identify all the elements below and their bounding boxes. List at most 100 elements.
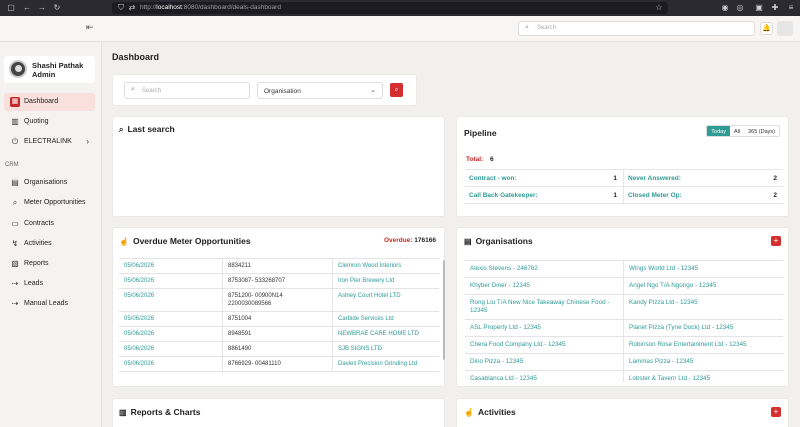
date-link[interactable]: 05/06/2026 xyxy=(119,259,223,273)
organisation-link[interactable]: Dino Pizza - 12345 xyxy=(465,354,624,370)
pipeline-total-value: 6 xyxy=(490,156,494,163)
company-link[interactable]: Davies Precision Grinding Ltd xyxy=(333,357,439,371)
pocket-icon[interactable]: ◉ xyxy=(720,3,730,13)
search-placeholder: Search xyxy=(537,25,557,31)
organisation-link[interactable]: Lammas Pizza - 12345 xyxy=(624,354,783,370)
company-link[interactable]: Clemron Wood Interiors xyxy=(333,259,439,273)
date-link[interactable]: 05/06/2026 xyxy=(119,289,223,311)
table-row[interactable]: 05/06/2026 8861490 SJB SIGNS LTD xyxy=(119,342,439,357)
company-link[interactable]: Ashley Court Hotel LTD xyxy=(333,289,439,311)
table-row[interactable]: 05/06/2026 8751200- 00900N14 22000300895… xyxy=(119,289,439,312)
scrollbar[interactable] xyxy=(443,260,445,360)
company-link[interactable]: Carbide Services Ltd xyxy=(333,312,439,326)
global-search-input[interactable]: ⌕ Search xyxy=(518,21,755,36)
collapse-sidebar-icon[interactable]: ⇤ xyxy=(86,22,94,33)
organisation-link[interactable]: Khyber Diner - 12345 xyxy=(465,278,624,294)
table-row[interactable]: 05/06/2026 8751004 Carbide Services Ltd xyxy=(119,312,439,327)
pipeline-total-label: Total: xyxy=(466,156,484,163)
meter-number: 8834211 xyxy=(223,259,333,273)
organisation-link[interactable]: Kandy Pizza Ltd - 12345 xyxy=(624,295,783,319)
sidebar-item-meter-opportunities[interactable]: ⌕ Meter Opportunities xyxy=(4,194,95,212)
sidebar-item-label: Dashboard xyxy=(24,98,59,105)
sidebar: Shashi Pathak Admin ▦ Dashboard ▥ Quotin… xyxy=(0,42,102,427)
date-link[interactable]: 05/06/2026 xyxy=(119,274,223,288)
table-row[interactable]: 05/06/2026 8834211 Clemron Wood Interior… xyxy=(119,259,439,274)
tab-all[interactable]: All xyxy=(729,126,745,136)
organisation-link[interactable]: Rong Liu T/A New Nice Takeaway Chinese F… xyxy=(465,295,624,319)
menu-icon[interactable]: ≡ xyxy=(786,3,796,13)
table-row[interactable]: 05/06/2026 8948591 NEWBRAE CARE HOME LTD xyxy=(119,327,439,342)
sidebar-item-manual-leads[interactable]: ⇢ Manual Leads xyxy=(4,295,95,313)
organisation-link[interactable]: Chera Food Company Ltd - 12345 xyxy=(465,337,624,353)
leads-icon: ⇢ xyxy=(11,279,19,288)
sidebar-item-label: Manual Leads xyxy=(24,300,68,307)
user-role: Admin xyxy=(32,70,56,79)
stat-value: 2 xyxy=(773,175,777,182)
search-input[interactable]: ⌕ Search xyxy=(124,82,250,99)
manual-leads-icon: ⇢ xyxy=(11,299,19,308)
sidebar-item-label: Activities xyxy=(24,240,52,247)
tab-today[interactable]: Today xyxy=(707,126,730,136)
date-link[interactable]: 05/06/2026 xyxy=(119,312,223,326)
add-organisation-button[interactable]: + xyxy=(771,236,781,246)
thumbs-up-icon: ☝ xyxy=(464,408,474,417)
bell-icon[interactable]: 🔔 xyxy=(760,22,773,35)
sidebar-item-quoting[interactable]: ▥ Quoting xyxy=(4,113,95,131)
date-link[interactable]: 05/06/2026 xyxy=(119,327,223,341)
organisation-select[interactable]: Organisation ⌄ xyxy=(257,82,383,99)
overdue-total-label: Overdue: xyxy=(383,237,413,244)
overdue-title-text: Overdue Meter Opportunities xyxy=(132,236,251,246)
sidebar-item-reports[interactable]: ▧ Reports xyxy=(4,255,95,273)
stat-label: Call Back Gatekeeper: xyxy=(469,192,538,199)
organisation-link[interactable]: Alexis Stevens - 246762 xyxy=(465,261,624,277)
organisation-link[interactable]: Casablanca Ltd - 12345 xyxy=(465,371,624,382)
sidebar-toggle-icon[interactable]: ▢ xyxy=(6,3,16,13)
sidebar-item-electralink[interactable]: ⏻ ELECTRALINK › xyxy=(4,133,95,151)
extensions-icon[interactable]: ✚ xyxy=(770,3,780,13)
tab-365-days[interactable]: 365 (Days) xyxy=(744,126,779,136)
organisation-link[interactable]: Robinson Rose Entertainment Ltd - 12345 xyxy=(624,337,783,353)
search-button[interactable]: ⌕ xyxy=(390,83,403,97)
organisation-link[interactable]: Planet Pizza (Tyne Dock) Ltd - 12345 xyxy=(624,320,783,336)
pipeline-stat[interactable]: Call Back Gatekeeper: 1 xyxy=(465,187,624,203)
account-icon[interactable]: ◎ xyxy=(735,3,745,13)
extension-icon[interactable]: ▣ xyxy=(754,3,764,13)
organisation-link[interactable]: Angel Ngo T/A Ngongo - 12345 xyxy=(624,278,783,294)
plug-icon: ⏻ xyxy=(11,137,19,146)
organisation-link[interactable]: Lobster & Tavern Ltd - 12345 xyxy=(624,371,783,382)
organisation-select-value: Organisation xyxy=(264,88,301,95)
date-link[interactable]: 05/06/2026 xyxy=(119,342,223,356)
table-row[interactable]: 05/06/2026 8766929- 00481110 Davies Prec… xyxy=(119,357,439,372)
sidebar-item-contracts[interactable]: ▭ Contracts xyxy=(4,215,95,233)
sidebar-item-label: Contracts xyxy=(24,220,54,227)
shield-icon: ⛉ xyxy=(118,3,124,12)
activities-title: ☝ Activities xyxy=(464,407,516,417)
sidebar-item-activities[interactable]: ↯ Activities xyxy=(4,235,95,253)
sidebar-item-label: Reports xyxy=(24,260,49,267)
reload-icon[interactable]: ↻ xyxy=(52,3,62,13)
sidebar-item-label: Leads xyxy=(24,280,44,287)
user-profile[interactable]: Shashi Pathak Admin xyxy=(4,56,95,83)
back-icon[interactable]: ← xyxy=(22,3,32,13)
sidebar-item-label: Organisations xyxy=(24,179,68,186)
sidebar-item-organisations[interactable]: ▤ Organisations xyxy=(4,174,95,192)
company-link[interactable]: Iron Pier Brewery Ltd xyxy=(333,274,439,288)
company-link[interactable]: NEWBRAE CARE HOME LTD xyxy=(333,327,439,341)
organisation-link[interactable]: ASL Property Ltd - 12345 xyxy=(465,320,624,336)
pipeline-stat[interactable]: Contract - won: 1 xyxy=(465,170,624,186)
date-link[interactable]: 05/06/2026 xyxy=(119,357,223,371)
table-row[interactable]: 05/06/2026 8753087- 533268707 Iron Pier … xyxy=(119,274,439,289)
add-activity-button[interactable]: + xyxy=(771,407,781,417)
organisation-link[interactable]: Wings World Ltd - 12345 xyxy=(624,261,783,277)
pipeline-stat[interactable]: Never Answered: 2 xyxy=(624,170,783,186)
user-menu-button[interactable] xyxy=(777,21,793,36)
meter-number: 8751200- 00900N14 2200030089566 xyxy=(223,289,333,311)
sidebar-item-leads[interactable]: ⇢ Leads xyxy=(4,275,95,293)
dashboard-icon: ▦ xyxy=(10,97,20,107)
forward-icon[interactable]: → xyxy=(37,3,47,13)
address-bar[interactable]: ⛉ ⇄ http://localhost:8080/dashboard/deal… xyxy=(112,2,668,14)
bookmark-star-icon[interactable]: ☆ xyxy=(654,3,664,13)
pipeline-stat[interactable]: Closed Meter Op: 2 xyxy=(624,187,783,203)
sidebar-item-dashboard[interactable]: ▦ Dashboard xyxy=(4,93,95,111)
company-link[interactable]: SJB SIGNS LTD xyxy=(333,342,439,356)
